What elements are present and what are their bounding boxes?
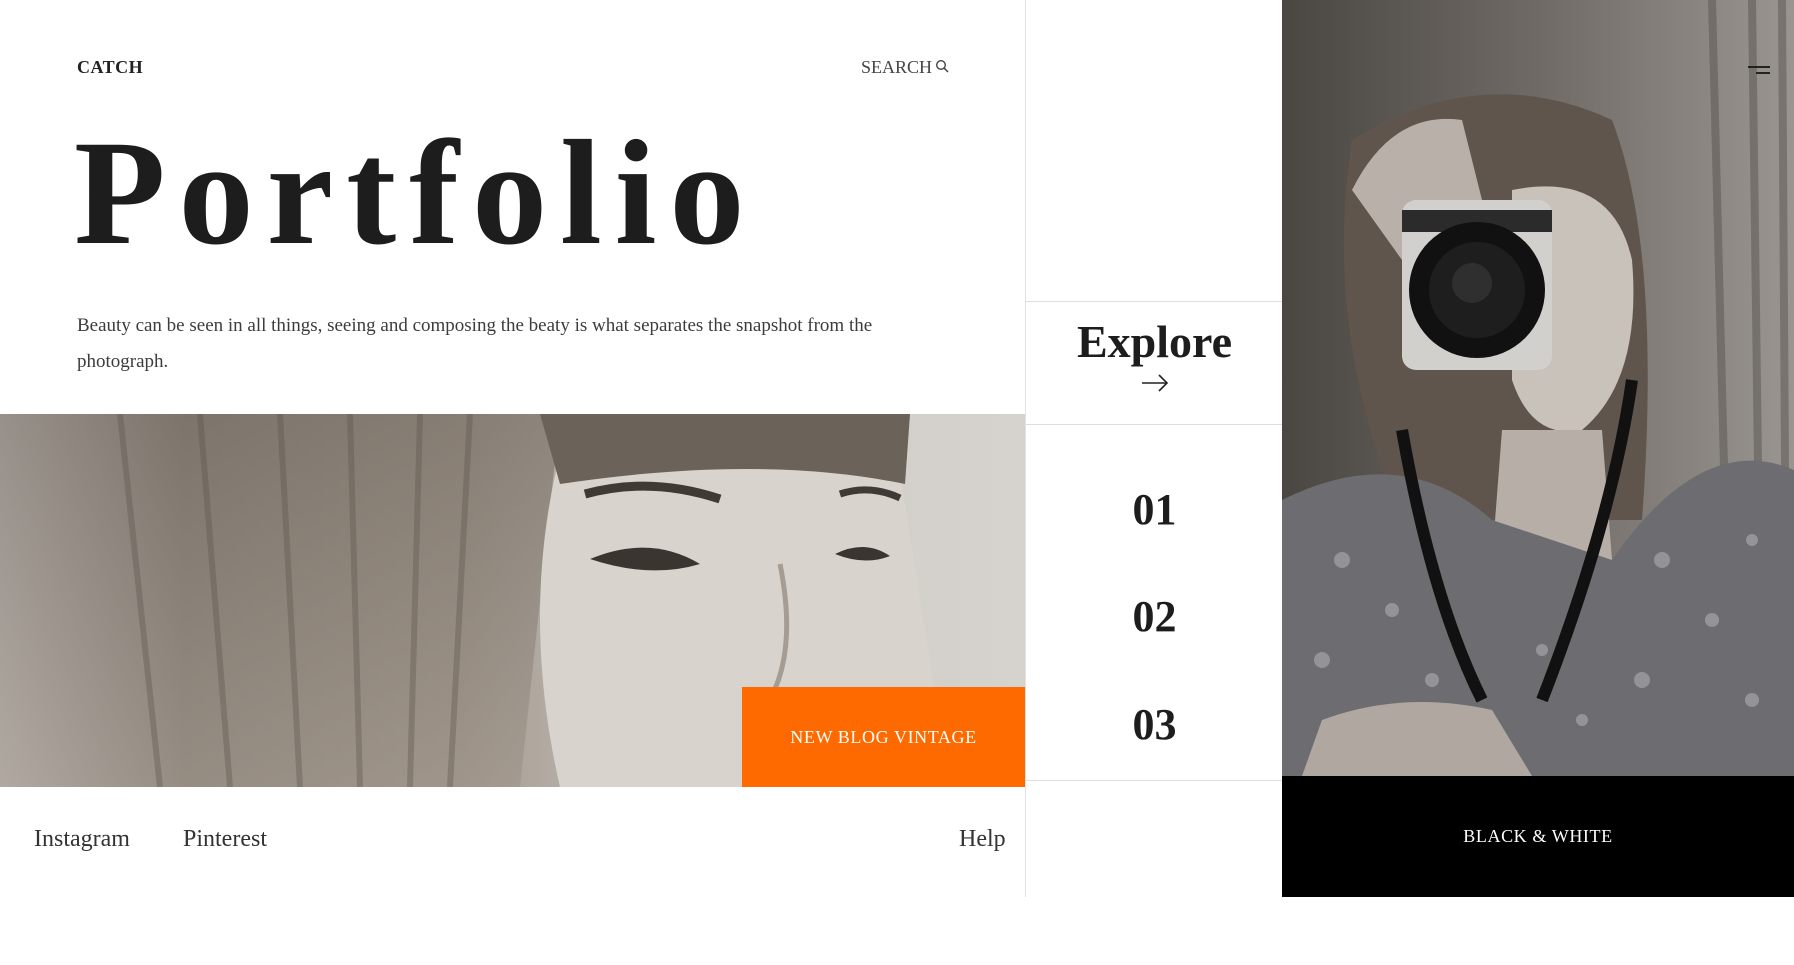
divider [1026,424,1283,425]
portrait-image [1282,0,1794,776]
menu-icon[interactable] [1748,66,1770,76]
page-title: Portfolio [74,110,758,276]
search-label: SEARCH [861,57,933,77]
nav-item-01[interactable]: 01 [1026,484,1283,535]
nav-item-02[interactable]: 02 [1026,591,1283,642]
left-panel: CATCH SEARCH Portfolio Beauty can be see… [0,0,1025,897]
search-button[interactable]: SEARCH [861,57,949,78]
pinterest-link[interactable]: Pinterest [183,826,267,853]
help-link[interactable]: Help [959,826,1006,853]
instagram-link[interactable]: Instagram [34,826,130,853]
brand-logo[interactable]: CATCH [77,57,143,78]
side-nav: Explore 01 02 03 [1025,0,1283,897]
explore-button[interactable]: Explore [1026,302,1283,424]
explore-label: Explore [1076,316,1233,367]
tagline: Beauty can be seen in all things, seeing… [77,315,873,372]
arrow-right-icon [1141,374,1168,392]
black-white-label[interactable]: BLACK & WHITE [1282,776,1794,897]
new-blog-vintage-button[interactable]: NEW BLOG VINTAGE [742,687,1025,787]
feature-panel: BLACK & WHITE [1282,0,1794,897]
search-icon [935,57,949,78]
nav-item-03[interactable]: 03 [1026,699,1283,750]
divider [1026,780,1283,781]
